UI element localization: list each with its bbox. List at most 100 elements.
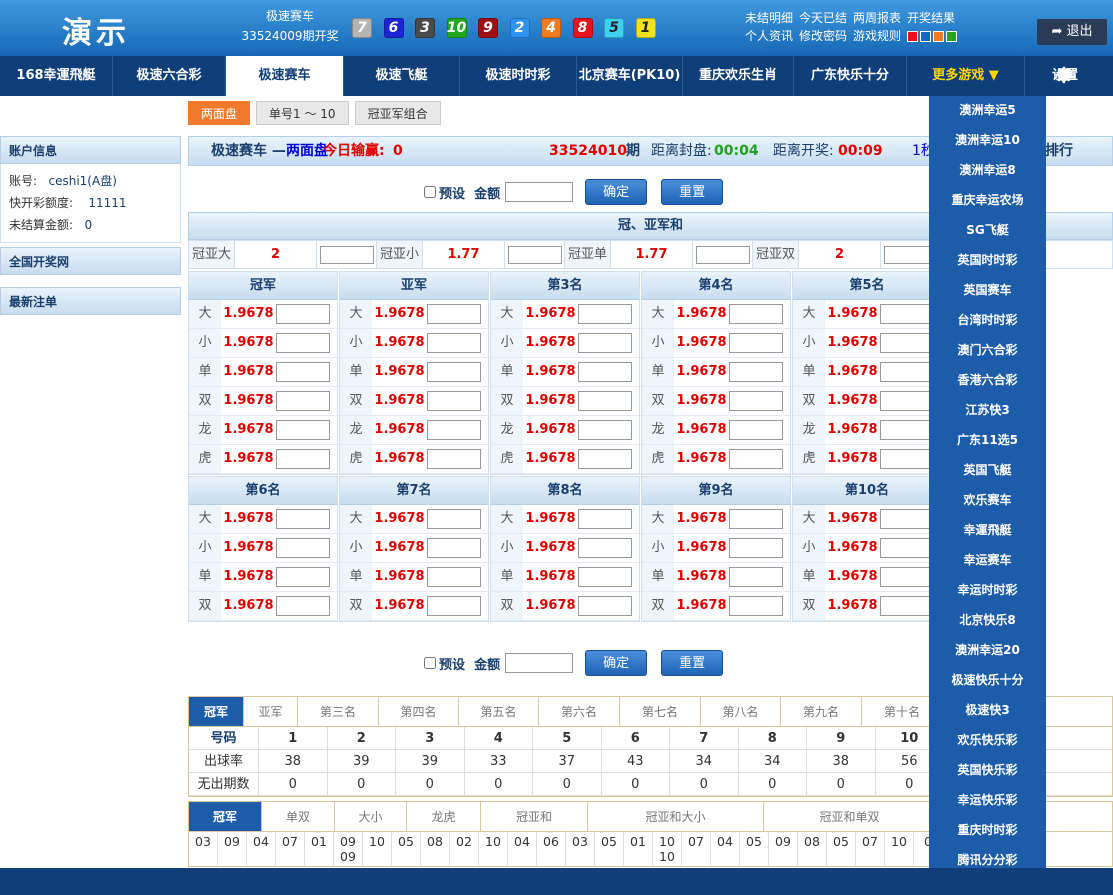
bet-input[interactable] [880, 509, 934, 529]
more-game-item[interactable]: 广东11选5 [929, 426, 1046, 456]
bet-odds[interactable]: 1.9678 [372, 534, 427, 562]
stats-tab[interactable]: 第三名 [298, 697, 379, 726]
bet-odds[interactable]: 1.9678 [674, 534, 729, 562]
bet-odds[interactable]: 1.9678 [523, 329, 578, 357]
reset-button[interactable]: 重置 [661, 650, 724, 676]
more-game-item[interactable]: 极速快3 [929, 696, 1046, 726]
more-game-item[interactable]: SG飞艇 [929, 216, 1046, 246]
bet-input[interactable] [880, 567, 934, 587]
bet-odds[interactable]: 1.9678 [221, 505, 276, 533]
bet-odds[interactable]: 1.9678 [674, 505, 729, 533]
bet-odds[interactable]: 1.9678 [674, 329, 729, 357]
bet-odds[interactable]: 1.9678 [372, 592, 427, 620]
bet-odds[interactable]: 1.9678 [221, 563, 276, 591]
more-game-item[interactable]: 幸运赛车 [929, 546, 1046, 576]
nav-item[interactable]: 极速六合彩 [113, 56, 226, 96]
bet-odds[interactable]: 1.9678 [674, 387, 729, 415]
bet-odds[interactable]: 1.9678 [523, 534, 578, 562]
bet-odds[interactable]: 1.9678 [825, 358, 880, 386]
bet-odds[interactable]: 1.9678 [372, 329, 427, 357]
history-tab[interactable]: 龙虎 [407, 802, 481, 831]
bet-input[interactable] [276, 567, 330, 587]
logout-button[interactable]: ➦ 退出 [1037, 19, 1107, 45]
bet-input[interactable] [729, 449, 783, 469]
more-game-item[interactable]: 澳洲幸运20 [929, 636, 1046, 666]
history-tab[interactable]: 冠军 [189, 802, 262, 831]
more-game-item[interactable]: 极速快乐十分 [929, 666, 1046, 696]
amount-input[interactable] [505, 182, 574, 202]
rank-link[interactable]: 排行 [1045, 137, 1073, 165]
bet-odds[interactable]: 1.9678 [221, 387, 276, 415]
bet-input[interactable] [729, 567, 783, 587]
bet-odds[interactable]: 1.9678 [221, 592, 276, 620]
bet-odds[interactable]: 1.9678 [523, 416, 578, 444]
bet-odds[interactable]: 1.9678 [221, 416, 276, 444]
more-game-item[interactable]: 澳洲幸运10 [929, 126, 1046, 156]
nav-item[interactable]: 极速赛车 [226, 56, 344, 96]
link-rules[interactable]: 游戏规则 [853, 27, 901, 45]
bet-odds[interactable]: 1.9678 [221, 534, 276, 562]
bet-odds[interactable]: 1.9678 [674, 445, 729, 473]
more-game-item[interactable]: 欢乐快乐彩 [929, 726, 1046, 756]
bet-input[interactable] [578, 509, 632, 529]
bet-input[interactable] [578, 449, 632, 469]
nav-item[interactable]: 168幸運飛艇 [0, 56, 113, 96]
bet-input[interactable] [578, 538, 632, 558]
bet-odds[interactable]: 1.9678 [372, 563, 427, 591]
bet-odds[interactable]: 1.9678 [825, 329, 880, 357]
latest-bets-link[interactable]: 最新注单 [0, 287, 181, 315]
bet-odds[interactable]: 1.9678 [372, 300, 427, 328]
bet-odds[interactable]: 1.9678 [523, 592, 578, 620]
bet-input[interactable] [427, 304, 481, 324]
bet-odds[interactable]: 1.9678 [372, 505, 427, 533]
bet-input[interactable] [427, 449, 481, 469]
bet-odds[interactable]: 1.9678 [825, 534, 880, 562]
bet-input[interactable] [729, 509, 783, 529]
bet-input[interactable] [427, 362, 481, 382]
theme-color-swatch[interactable] [907, 30, 919, 42]
bet-odds[interactable]: 1.9678 [372, 358, 427, 386]
bet-input[interactable] [276, 391, 330, 411]
bet-input[interactable] [276, 362, 330, 382]
link-results[interactable]: 开奖结果 [907, 9, 957, 27]
bet-input[interactable] [880, 333, 934, 353]
account-title[interactable]: 账户信息 [0, 136, 181, 164]
bet-input[interactable] [276, 420, 330, 440]
bet-input[interactable] [578, 420, 632, 440]
more-game-item[interactable]: 幸運飛艇 [929, 516, 1046, 546]
more-game-item[interactable]: 江苏快3 [929, 396, 1046, 426]
subtab-single[interactable]: 单号1 ～ 10 [256, 101, 349, 125]
bet-input[interactable] [578, 333, 632, 353]
sum-bet-input[interactable] [695, 245, 750, 264]
bet-odds[interactable]: 1.9678 [825, 416, 880, 444]
bet-odds[interactable]: 1.9678 [523, 563, 578, 591]
bet-odds[interactable]: 1.9678 [221, 445, 276, 473]
theme-switcher[interactable] [907, 27, 958, 45]
bet-input[interactable] [276, 509, 330, 529]
confirm-button[interactable]: 确定 [585, 179, 648, 205]
link-settled-today[interactable]: 今天已结 [799, 9, 847, 27]
stats-tab[interactable]: 第八名 [701, 697, 781, 726]
subtab-two-sides[interactable]: 两面盘 [188, 101, 251, 125]
link-profile[interactable]: 个人资讯 [745, 27, 793, 45]
bet-input[interactable] [276, 449, 330, 469]
bet-input[interactable] [880, 304, 934, 324]
theme-color-swatch[interactable] [920, 30, 932, 42]
bet-odds[interactable]: 1.9678 [523, 445, 578, 473]
history-tab[interactable]: 冠亚和大小 [588, 802, 764, 831]
bet-input[interactable] [729, 362, 783, 382]
gear-icon[interactable] [1053, 64, 1075, 86]
nav-item[interactable]: 重庆欢乐生肖 [683, 56, 794, 96]
more-game-item[interactable]: 幸运快乐彩 [929, 786, 1046, 816]
bet-odds[interactable]: 1.9678 [221, 358, 276, 386]
history-tab[interactable]: 单双 [262, 802, 335, 831]
bet-input[interactable] [427, 420, 481, 440]
bet-input[interactable] [729, 304, 783, 324]
stats-tab[interactable]: 第四名 [379, 697, 459, 726]
bet-input[interactable] [276, 333, 330, 353]
more-game-item[interactable]: 英国快乐彩 [929, 756, 1046, 786]
bet-input[interactable] [880, 391, 934, 411]
bet-odds[interactable]: 1.9678 [674, 592, 729, 620]
bet-input[interactable] [427, 509, 481, 529]
more-game-item[interactable]: 澳门六合彩 [929, 336, 1046, 366]
